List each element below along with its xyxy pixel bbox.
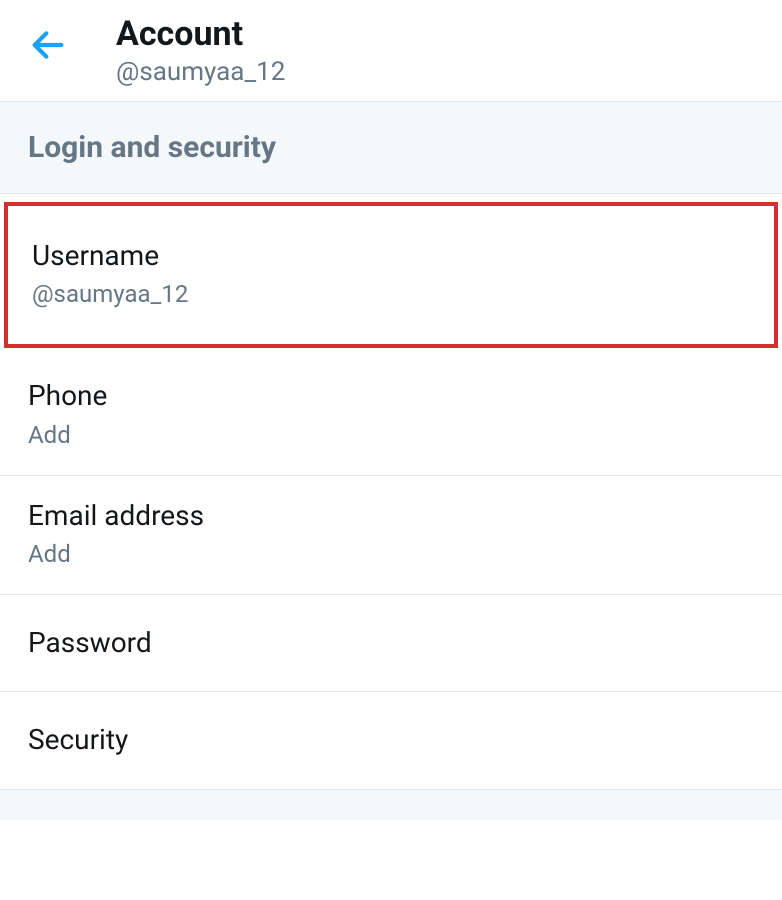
page-title: Account [116, 14, 285, 55]
settings-label-username: Username [32, 238, 750, 274]
header-text: Account @saumyaa_12 [116, 14, 285, 87]
settings-item-password[interactable]: Password [0, 595, 782, 692]
settings-label-phone: Phone [28, 378, 754, 414]
settings-item-email[interactable]: Email address Add [0, 476, 782, 595]
page-subtitle: @saumyaa_12 [116, 57, 285, 87]
settings-item-security[interactable]: Security [0, 692, 782, 789]
section-header: Login and security [0, 102, 782, 194]
settings-label-security: Security [28, 722, 754, 758]
section-title: Login and security [28, 130, 754, 165]
settings-item-username[interactable]: Username @saumyaa_12 [4, 202, 778, 348]
settings-value-phone: Add [28, 421, 754, 449]
settings-item-phone[interactable]: Phone Add [0, 356, 782, 475]
back-arrow-icon[interactable] [28, 25, 68, 65]
settings-value-email: Add [28, 540, 754, 568]
settings-label-email: Email address [28, 498, 754, 534]
settings-value-username: @saumyaa_12 [32, 280, 750, 308]
bottom-spacer [0, 790, 782, 820]
settings-label-password: Password [28, 625, 754, 661]
header: Account @saumyaa_12 [0, 0, 782, 102]
